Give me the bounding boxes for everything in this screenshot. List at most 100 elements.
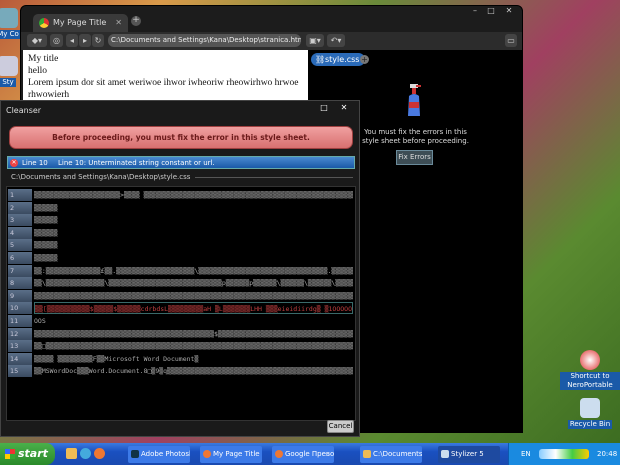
- line-text: ▒▒▒▒▒▒▒▒▒▒▒▒▒▒▒▒▒▒▒▒▒▒>▒▒▒▒ ▒▒▒▒▒▒▒▒▒▒▒▒…: [34, 191, 353, 199]
- desktop-icon-neroportable[interactable]: Shortcut to NeroPortable: [560, 350, 620, 390]
- language-indicator[interactable]: EN: [521, 443, 531, 465]
- maximize-button[interactable]: □: [317, 103, 331, 115]
- task-documents[interactable]: C:\Documents ...: [360, 446, 422, 463]
- line-text: ▒▒:▒▒▒▒▒▒▒▒▒▒▒▒▒▒£▒▒.▒▒▒▒▒▒▒▒▒▒▒▒▒▒▒▒▒▒▒…: [34, 266, 353, 275]
- task-google-translate[interactable]: Google Превод...: [272, 446, 334, 463]
- desktop-icon-recycle-bin[interactable]: Recycle Bin: [560, 398, 620, 429]
- code-line[interactable]: 14 ▒▒▒▒▒ ▒▒▒▒▒▒▒▒▒F▒▒Microsoft Word Docum…: [7, 352, 355, 366]
- line-number: 9: [8, 289, 32, 302]
- line-number: 14: [8, 352, 32, 365]
- cleanser-dialog: Cleanser □ ✕ Before proceeding, you must…: [0, 100, 360, 437]
- add-stylesheet-button[interactable]: +: [360, 55, 369, 64]
- windows-logo-icon: [5, 449, 15, 459]
- line-number: 4: [8, 226, 32, 239]
- minimize-button[interactable]: –: [468, 6, 482, 18]
- line-number: 13: [8, 340, 32, 353]
- taskbar: start Adobe Photosh... My Page Title - .…: [0, 443, 620, 465]
- code-line[interactable]: 10 ▒▒[▒▒▒▒▒▒▒▒▒▒▒$▒▒▒▒▒$▒▒▒▒▒▒cdrbdsL▒▒▒▒…: [7, 302, 355, 315]
- line-text: ▒▒▒▒▒ ▒▒▒▒▒▒▒▒▒F▒▒Microsoft Word Documen…: [34, 354, 199, 363]
- fix-errors-message: You must fix the errors in this style sh…: [362, 128, 469, 145]
- line-number: 11: [8, 315, 32, 327]
- line-text: ▒▒▒▒▒▒: [34, 241, 58, 250]
- line-text: ▒▒▒▒▒▒▒▒▒▒▒▒▒▒▒▒▒▒▒▒▒▒▒▒▒▒▒▒▒▒▒▒▒▒▒▒▒▒▒▒…: [34, 291, 353, 300]
- line-text: ▒▒▒▒▒▒: [34, 203, 58, 212]
- undo-button[interactable]: ↶▾: [327, 34, 345, 47]
- line-text: ▒▒▒▒▒▒: [34, 216, 58, 225]
- close-button[interactable]: ✕: [337, 103, 351, 115]
- error-icon: ✕: [10, 159, 18, 167]
- line-text: ▒▒MSWordDoc▒▒▒Word.Document.8□▒9▒q▒▒▒▒▒▒…: [34, 367, 353, 376]
- code-line[interactable]: 9 ▒▒▒▒▒▒▒▒▒▒▒▒▒▒▒▒▒▒▒▒▒▒▒▒▒▒▒▒▒▒▒▒▒▒▒▒▒▒▒…: [7, 289, 355, 303]
- link-icon: ⛓: [315, 55, 326, 64]
- line-text: ▒▒\▒▒▒▒▒▒▒▒▒▒▒▒▒▒▒\▒▒▒▒▒▒▒▒▒▒▒▒▒▒▒▒▒▒▒▒▒…: [34, 279, 353, 288]
- tray-icons[interactable]: [539, 449, 589, 459]
- tab-my-page-title[interactable]: My Page Title ✕: [33, 14, 128, 32]
- firefox-icon[interactable]: [94, 448, 105, 459]
- system-tray: EN 20:48: [508, 443, 620, 465]
- code-view[interactable]: 1 ▒▒▒▒▒▒▒▒▒▒▒▒▒▒▒▒▒▒▒▒▒▒>▒▒▒▒ ▒▒▒▒▒▒▒▒▒▒▒…: [6, 186, 356, 421]
- folder-icon[interactable]: [66, 448, 77, 459]
- ie-icon[interactable]: [80, 448, 91, 459]
- address-bar[interactable]: C:\Documents and Settings\Kana\Desktop\s…: [108, 34, 301, 47]
- line-number: 1: [8, 189, 32, 201]
- chrome-icon: [39, 18, 49, 28]
- stop-button[interactable]: ◎: [50, 34, 63, 47]
- code-line[interactable]: 8 ▒▒\▒▒▒▒▒▒▒▒▒▒▒▒▒▒▒\▒▒▒▒▒▒▒▒▒▒▒▒▒▒▒▒▒▒▒▒…: [7, 277, 355, 290]
- line-number: 12: [8, 327, 32, 340]
- code-line[interactable]: 6 ▒▒▒▒▒▒: [7, 252, 355, 265]
- fix-errors-button[interactable]: Fix Errors: [396, 150, 433, 165]
- code-line[interactable]: 11 OOS: [7, 315, 355, 328]
- start-button[interactable]: start: [0, 443, 55, 465]
- back-button[interactable]: ◂: [66, 34, 78, 47]
- reload-button[interactable]: ↻: [92, 34, 104, 47]
- cancel-button[interactable]: Cancel: [327, 420, 354, 433]
- page-line: My title: [28, 54, 59, 64]
- line-number: 5: [8, 239, 32, 252]
- code-line[interactable]: 2 ▒▒▒▒▒▒: [7, 201, 355, 215]
- spray-bottle-icon: [408, 84, 421, 116]
- line-text: ▒▒▒▒▒▒▒▒▒▒▒▒▒▒▒▒▒▒▒▒▒▒▒▒▒▒▒▒▒▒▒▒▒▒▒▒▒▒▒▒…: [34, 329, 353, 338]
- maximize-button[interactable]: □: [484, 6, 498, 18]
- code-line[interactable]: 7 ▒▒:▒▒▒▒▒▒▒▒▒▒▒▒▒▒£▒▒.▒▒▒▒▒▒▒▒▒▒▒▒▒▒▒▒▒▒…: [7, 264, 355, 278]
- code-line[interactable]: 15 ▒▒MSWordDoc▒▒▒Word.Document.8□▒9▒q▒▒▒▒…: [7, 365, 355, 378]
- code-line[interactable]: 12 ▒▒▒▒▒▒▒▒▒▒▒▒▒▒▒▒▒▒▒▒▒▒▒▒▒▒▒▒▒▒▒▒▒▒▒▒▒▒…: [7, 327, 355, 341]
- save-button[interactable]: ▣▾: [306, 34, 324, 47]
- line-number: 7: [8, 264, 32, 277]
- code-line[interactable]: 13 ▒▒□▒▒▒▒▒▒▒▒▒▒▒▒▒▒▒▒▒▒▒▒▒▒▒▒▒▒▒▒▒▒▒▒▒▒▒…: [7, 340, 355, 353]
- line-number: 8: [8, 277, 32, 290]
- task-my-page-title[interactable]: My Page Title - ...: [200, 446, 262, 463]
- stylizer-menu-button[interactable]: ◆▾: [27, 34, 47, 47]
- code-line[interactable]: 1 ▒▒▒▒▒▒▒▒▒▒▒▒▒▒▒▒▒▒▒▒▒▒>▒▒▒▒ ▒▒▒▒▒▒▒▒▒▒▒…: [7, 189, 355, 202]
- nero-icon: [580, 350, 600, 370]
- task-photoshop[interactable]: Adobe Photosh...: [128, 446, 190, 463]
- line-number: 15: [8, 365, 32, 378]
- code-line[interactable]: 4 ▒▒▒▒▒▒: [7, 226, 355, 240]
- close-tab-icon[interactable]: ✕: [115, 18, 122, 27]
- line-text: ▒▒▒▒▒▒: [34, 228, 58, 237]
- line-number: 2: [8, 201, 32, 214]
- new-tab-button[interactable]: +: [131, 16, 141, 26]
- close-button[interactable]: ✕: [502, 6, 516, 18]
- file-path-label: C:\Documents and Settings\Kana\Desktop\s…: [11, 173, 353, 181]
- code-line[interactable]: 3 ▒▒▒▒▒▒: [7, 214, 355, 227]
- line-text: ▒▒[▒▒▒▒▒▒▒▒▒▒▒$▒▒▒▒▒$▒▒▒▒▒▒cdrbdsL▒▒▒▒▒▒…: [34, 302, 353, 315]
- dialog-title: Cleanser: [6, 106, 42, 115]
- clock: 20:48: [597, 450, 618, 458]
- line-number: 6: [8, 252, 32, 264]
- recycle-bin-icon: [580, 398, 600, 418]
- line-text: OOS: [34, 317, 46, 325]
- forward-button[interactable]: ▸: [79, 34, 91, 47]
- page-line: Lorem ipsum dor sit amet weriwoe ihwor i…: [28, 78, 299, 88]
- code-line[interactable]: 5 ▒▒▒▒▒▒: [7, 239, 355, 252]
- settings-button[interactable]: ▭: [505, 34, 517, 47]
- line-number: 3: [8, 214, 32, 227]
- toolbar: ◆▾ ◎ ◂ ▸ ↻ C:\Documents and Settings\Kan…: [21, 32, 522, 50]
- line-text: ▒▒▒▒▒▒: [34, 254, 58, 262]
- tab-style-css[interactable]: ⛓ style.css: [311, 53, 366, 66]
- task-stylizer[interactable]: Stylizer 5: [438, 446, 500, 463]
- error-banner: Before proceeding, you must fix the erro…: [9, 126, 353, 149]
- line-text: ▒▒□▒▒▒▒▒▒▒▒▒▒▒▒▒▒▒▒▒▒▒▒▒▒▒▒▒▒▒▒▒▒▒▒▒▒▒▒▒…: [34, 342, 353, 351]
- error-list-item[interactable]: ✕ Line 10 Line 10: Unterminated string c…: [7, 156, 355, 169]
- page-line: hello: [28, 66, 47, 76]
- line-number: 10: [8, 302, 32, 315]
